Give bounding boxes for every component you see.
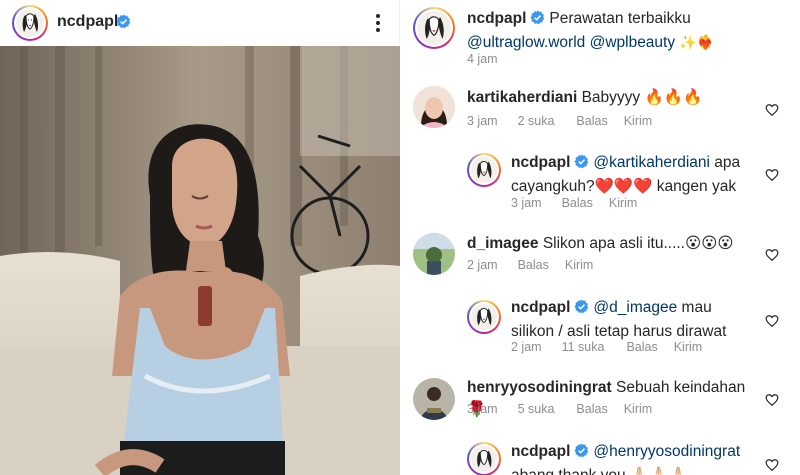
reply-body-1: mau (681, 299, 712, 316)
reply-mention[interactable]: @d_imagee (593, 299, 677, 316)
reply-text: ncdpapl @henryyosodiningrat abang thank y… (511, 441, 771, 475)
caption-avatar[interactable] (413, 7, 455, 49)
caption-text: ncdpapl Perawatan terbaikku @ultraglow.wo… (467, 8, 787, 54)
comment-text: kartikaherdiani Babyyyy 🔥🔥🔥 (467, 87, 767, 109)
reply-avatar[interactable] (467, 442, 501, 475)
commenter-avatar[interactable] (413, 233, 455, 275)
commenter-avatar[interactable] (413, 86, 455, 128)
like-heart-icon[interactable] (765, 103, 779, 117)
reply-username[interactable]: ncdpapl (511, 443, 570, 460)
like-heart-icon[interactable] (765, 458, 779, 472)
post-author-username[interactable]: ncdpapl (57, 13, 118, 31)
comment-item: kartikaherdiani Babyyyy 🔥🔥🔥 3 jam 2 suka… (401, 78, 800, 138)
reply-button[interactable]: Balas (626, 340, 657, 354)
reply-likes[interactable]: 11 suka (562, 340, 605, 354)
reply-time: 2 jam (511, 340, 542, 354)
like-heart-icon[interactable] (765, 248, 779, 262)
comment-meta: 3 jam 2 suka Balas Kirim (467, 114, 652, 128)
reply-text: ncdpapl @d_imagee mau silikon / asli teta… (511, 297, 771, 343)
comment-item: henryyosodiningrat Sebuah keindahan 🌹 3 … (401, 368, 800, 428)
caption-username[interactable]: ncdpapl (467, 10, 526, 27)
post-video[interactable] (0, 46, 400, 475)
caption-body: Perawatan terbaikku (549, 10, 691, 27)
comment-meta: 2 jam Balas Kirim (467, 258, 593, 272)
comment-text: d_imagee Slikon apa asli itu.....😮😮😮 (467, 233, 767, 255)
reply-body-2: cayangkuh?❤️❤️❤️ kangen yak (511, 178, 737, 195)
post-panel: ncdpapl (0, 0, 400, 475)
verified-badge-icon (574, 299, 589, 321)
reply-item: ncdpapl @henryyosodiningrat abang thank y… (401, 432, 800, 475)
send-button[interactable]: Kirim (609, 196, 637, 210)
reply-button[interactable]: Balas (562, 196, 593, 210)
comment-username[interactable]: henryyosodiningrat (467, 379, 612, 396)
reply-username[interactable]: ncdpapl (511, 154, 570, 171)
verified-badge-icon (530, 10, 545, 32)
reply-button[interactable]: Balas (576, 402, 607, 416)
comments-panel: ncdpapl Perawatan terbaikku @ultraglow.wo… (401, 0, 800, 475)
verified-badge-icon (574, 443, 589, 465)
caption: ncdpapl Perawatan terbaikku @ultraglow.wo… (401, 0, 800, 78)
reply-time: 3 jam (511, 196, 542, 210)
reply-meta: 2 jam 11 suka Balas Kirim (511, 340, 702, 354)
verified-badge-icon (116, 14, 131, 34)
reply-text: ncdpapl @kartikaherdiani apa cayangkuh?❤️… (511, 152, 771, 198)
reply-button[interactable]: Balas (518, 258, 549, 272)
caption-meta: 4 jam (467, 52, 498, 66)
send-button[interactable]: Kirim (674, 340, 702, 354)
caption-time: 4 jam (467, 52, 498, 66)
reply-avatar[interactable] (467, 300, 501, 334)
post-video-frame (0, 46, 400, 475)
send-button[interactable]: Kirim (624, 402, 652, 416)
reply-mention[interactable]: @kartikaherdiani (593, 154, 710, 171)
comment-body: Slikon apa asli itu.....😮😮😮 (542, 235, 734, 252)
reply-item: ncdpapl @d_imagee mau silikon / asli teta… (401, 288, 800, 368)
comment-time: 3 jam (467, 402, 498, 416)
post-header: ncdpapl (0, 0, 400, 46)
caption-mention-wplbeauty[interactable]: @wplbeauty (590, 34, 676, 51)
send-button[interactable]: Kirim (624, 114, 652, 128)
comment-item: d_imagee Slikon apa asli itu.....😮😮😮 2 j… (401, 224, 800, 284)
comment-time: 3 jam (467, 114, 498, 128)
reply-item: ncdpapl @kartikaherdiani apa cayangkuh?❤️… (401, 140, 800, 220)
more-options-icon[interactable] (368, 12, 388, 34)
caption-mention-ultraglow[interactable]: @ultraglow.world (467, 34, 585, 51)
like-heart-icon[interactable] (765, 314, 779, 328)
comment-username[interactable]: kartikaherdiani (467, 89, 577, 106)
verified-badge-icon (574, 154, 589, 176)
reply-username[interactable]: ncdpapl (511, 299, 570, 316)
comment-likes[interactable]: 5 suka (518, 402, 555, 416)
comment-username[interactable]: d_imagee (467, 235, 539, 252)
reply-meta: 3 jam Balas Kirim (511, 196, 637, 210)
commenter-avatar[interactable] (413, 378, 455, 420)
comment-meta: 3 jam 5 suka Balas Kirim (467, 402, 652, 416)
post-author-avatar[interactable] (12, 5, 48, 41)
comment-body: Babyyyy 🔥🔥🔥 (581, 89, 703, 106)
like-heart-icon[interactable] (765, 393, 779, 407)
reply-body-2: abang thank you 🙏🏻🙏🏻🙏🏻 (511, 467, 688, 475)
comment-time: 2 jam (467, 258, 498, 272)
caption-emoji: ✨❤️‍🔥 (679, 35, 715, 51)
reply-button[interactable]: Balas (576, 114, 607, 128)
comment-likes[interactable]: 2 suka (518, 114, 555, 128)
like-heart-icon[interactable] (765, 168, 779, 182)
reply-body-2: silikon / asli tetap harus dirawat (511, 323, 727, 340)
reply-mention[interactable]: @henryyosodiningrat (593, 443, 740, 460)
reply-avatar[interactable] (467, 153, 501, 187)
reply-body-1: apa (714, 154, 741, 171)
send-button[interactable]: Kirim (565, 258, 593, 272)
